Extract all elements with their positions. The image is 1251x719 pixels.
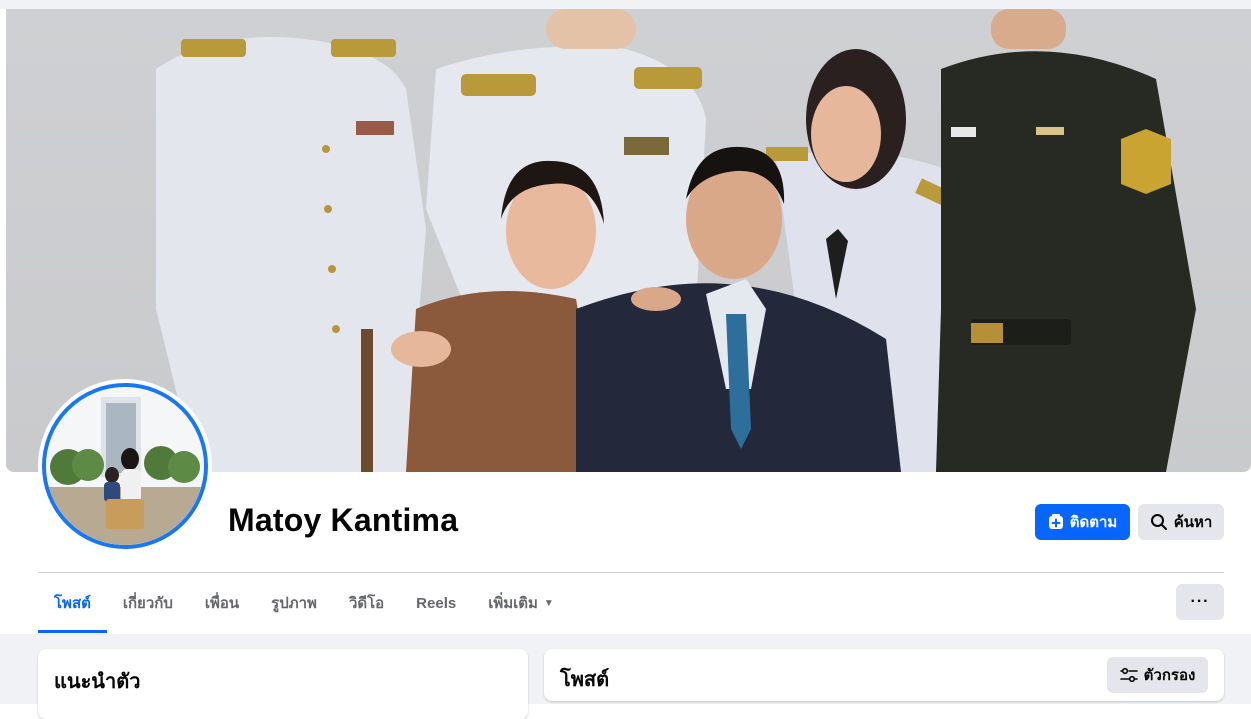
follow-button[interactable]: ติดตาม: [1035, 504, 1130, 540]
top-strip: [0, 0, 1251, 9]
filter-button[interactable]: ตัวกรอง: [1107, 657, 1208, 693]
tab-label: โพสต์: [54, 595, 91, 612]
search-button[interactable]: ค้นหา: [1138, 504, 1224, 540]
search-button-label: ค้นหา: [1173, 514, 1213, 531]
intro-card-title: แนะนำตัว: [54, 671, 141, 693]
tab-label: เกี่ยวกับ: [122, 595, 173, 612]
profile-avatar[interactable]: [42, 383, 208, 549]
more-dots-icon: ···: [1190, 593, 1210, 610]
tab-label: เพิ่มเติม: [488, 595, 538, 612]
tab-more[interactable]: เพิ่มเติม ▼: [472, 573, 570, 633]
tab-posts[interactable]: โพสต์: [38, 573, 107, 633]
tab-label: วิดีโอ: [348, 595, 385, 612]
tab-photos[interactable]: รูปภาพ: [255, 573, 333, 633]
follow-button-label: ติดตาม: [1069, 514, 1118, 531]
add-follow-icon: [1048, 514, 1064, 530]
posts-card: โพสต์ ตัวกรอง: [544, 649, 1224, 701]
tab-friends[interactable]: เพื่อน: [189, 573, 255, 633]
posts-card-title: โพสต์: [560, 669, 610, 691]
chevron-down-icon: ▼: [543, 597, 554, 609]
tab-label: รูปภาพ: [271, 595, 317, 612]
profile-name: Matoy Kantima: [228, 502, 459, 538]
profile-tabs: โพสต์ เกี่ยวกับ เพื่อน รูปภาพ วิดีโอ Ree…: [38, 573, 570, 633]
tab-label: เพื่อน: [204, 595, 240, 612]
intro-card: แนะนำตัว: [38, 649, 528, 719]
filter-sliders-icon: [1119, 667, 1138, 683]
cover-photo[interactable]: [6, 9, 1251, 472]
search-icon: [1150, 513, 1168, 531]
tab-reels[interactable]: Reels: [400, 573, 472, 633]
filter-button-label: ตัวกรอง: [1143, 667, 1196, 684]
profile-avatar-image: [46, 387, 204, 545]
more-options-button[interactable]: ···: [1176, 584, 1224, 620]
profile-avatar-frame[interactable]: [38, 379, 212, 553]
cover-photo-image: [6, 9, 1251, 472]
tab-about[interactable]: เกี่ยวกับ: [107, 573, 189, 633]
tab-videos[interactable]: วิดีโอ: [333, 573, 400, 633]
tab-label: Reels: [416, 594, 457, 612]
